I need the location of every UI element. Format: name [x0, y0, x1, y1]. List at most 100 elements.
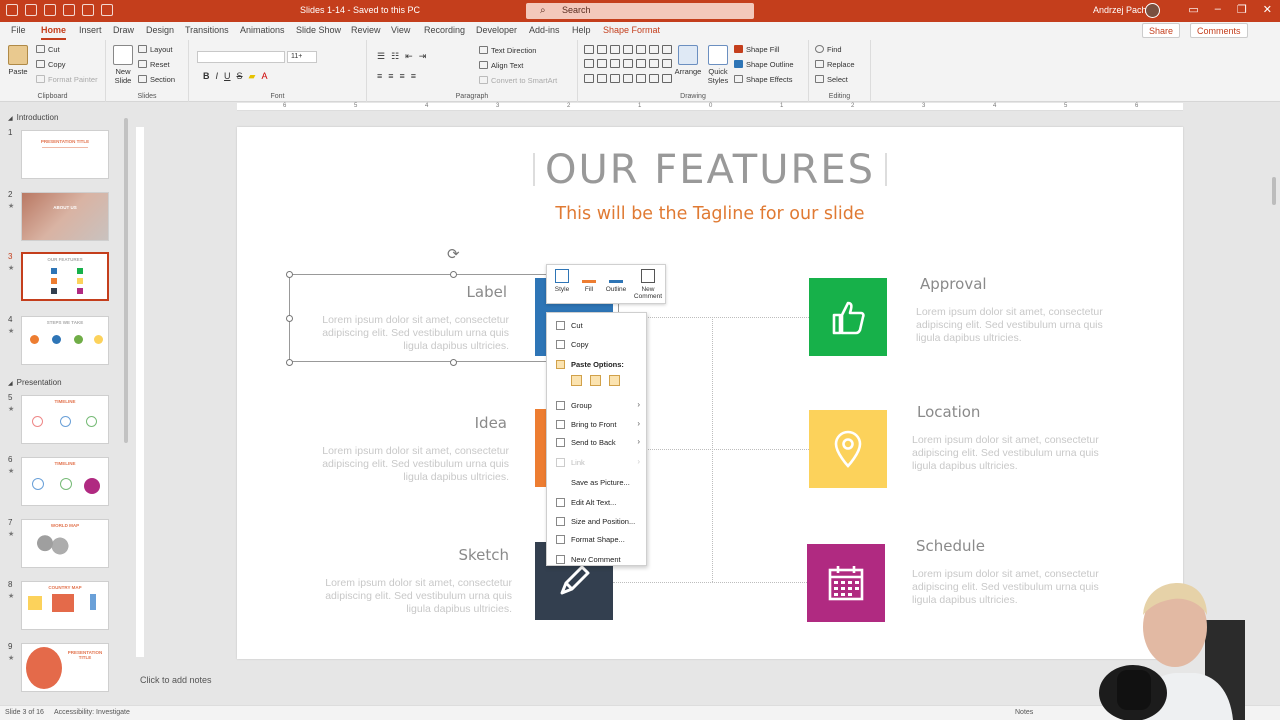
tab-insert[interactable]: Insert: [79, 25, 102, 35]
shape-effects-button[interactable]: Shape Effects: [734, 75, 793, 84]
feature-description[interactable]: Lorem ipsum dolor sit amet, consectetur …: [916, 306, 1126, 345]
tab-recording[interactable]: Recording: [424, 25, 465, 35]
menu-item-size-and-position[interactable]: Size and Position...: [547, 513, 648, 529]
present-icon[interactable]: [82, 4, 94, 16]
increase-indent-icon[interactable]: ⇥: [419, 51, 427, 62]
layout-button[interactable]: Layout: [138, 45, 173, 54]
paste-keep-source-icon[interactable]: [571, 375, 582, 386]
document-title[interactable]: Slides 1-14 - Saved to this PC: [300, 5, 420, 15]
thumbnail-scrollbar[interactable]: [122, 110, 130, 445]
tab-slide-show[interactable]: Slide Show: [296, 25, 341, 35]
format-painter-button[interactable]: Format Painter: [36, 75, 98, 84]
font-size-combo[interactable]: 11+: [287, 51, 317, 63]
tab-home[interactable]: Home: [41, 25, 67, 40]
fill-button[interactable]: Fill: [576, 269, 602, 293]
close-icon[interactable]: ✕: [1263, 3, 1272, 16]
replace-button[interactable]: Replace: [815, 60, 855, 69]
comments-button[interactable]: Comments: [1190, 23, 1248, 38]
schedule-icon-box[interactable]: [807, 544, 885, 622]
thumb-slide-6[interactable]: TIMELINE: [21, 457, 109, 506]
cut-button[interactable]: Cut: [36, 45, 60, 54]
bullets-icon[interactable]: ☰: [377, 51, 385, 62]
thumb-slide-3[interactable]: OUR FEATURES: [21, 252, 109, 301]
tab-animations[interactable]: Animations: [240, 25, 285, 35]
align-right-icon[interactable]: ≡: [400, 71, 405, 81]
menu-item-group[interactable]: Group ›: [547, 397, 648, 413]
feature-description[interactable]: Lorem ipsum dolor sit amet, consectetur …: [302, 577, 512, 616]
thumb-slide-1[interactable]: PRESENTATION TITLE: [21, 130, 109, 179]
thumb-slide-5[interactable]: TIMELINE: [21, 395, 109, 444]
quick-styles-button[interactable]: Quick Styles: [704, 45, 732, 85]
scrollbar-thumb[interactable]: [1272, 177, 1276, 205]
minimize-icon[interactable]: –: [1215, 3, 1221, 16]
user-name[interactable]: Andrzej Pach: [1093, 5, 1147, 15]
find-button[interactable]: Find: [815, 45, 842, 54]
menu-item-save-as-picture[interactable]: Save as Picture...: [547, 474, 648, 490]
feature-label[interactable]: Idea: [427, 414, 507, 432]
resize-handle[interactable]: [450, 359, 457, 366]
justify-icon[interactable]: ≡: [411, 71, 416, 81]
feature-description[interactable]: Lorem ipsum dolor sit amet, consectetur …: [299, 445, 509, 484]
shape-fill-button[interactable]: Shape Fill: [734, 45, 779, 54]
align-center-icon[interactable]: ≡: [388, 71, 393, 81]
font-color-icon[interactable]: A: [261, 71, 267, 82]
bold-button[interactable]: B: [203, 71, 210, 82]
paste-picture-icon[interactable]: [590, 375, 601, 386]
align-text-button[interactable]: Align Text: [479, 61, 523, 70]
section-button[interactable]: Section: [138, 75, 175, 84]
numbering-icon[interactable]: ☷: [391, 51, 399, 62]
copy-button[interactable]: Copy: [36, 60, 66, 69]
convert-smartart-button[interactable]: Convert to SmartArt: [479, 76, 557, 85]
feature-description[interactable]: Lorem ipsum dolor sit amet, consectetur …: [912, 434, 1122, 473]
thumb-slide-9[interactable]: PRESENTATION TITLE: [21, 643, 109, 692]
tab-draw[interactable]: Draw: [113, 25, 134, 35]
feature-label[interactable]: Location: [917, 403, 980, 421]
thumb-slide-4[interactable]: STEPS WE TAKE: [21, 316, 109, 365]
menu-item-cut[interactable]: Cut: [547, 317, 648, 333]
autosave-icon[interactable]: [6, 4, 18, 16]
new-slide-button[interactable]: New Slide: [110, 45, 136, 85]
style-button[interactable]: Style: [549, 269, 575, 293]
menu-item-send-to-back[interactable]: Send to Back ›: [547, 434, 648, 450]
tab-add-ins[interactable]: Add-ins: [529, 25, 560, 35]
outline-button[interactable]: Outline: [603, 269, 629, 293]
slide-title[interactable]: OUR FEATURES: [237, 147, 1183, 193]
slide-tagline[interactable]: This will be the Tagline for our slide: [237, 204, 1183, 224]
paste-button[interactable]: Paste: [6, 45, 30, 76]
resize-handle[interactable]: [286, 271, 293, 278]
save-icon[interactable]: [25, 4, 37, 16]
tab-design[interactable]: Design: [146, 25, 174, 35]
resize-handle[interactable]: [286, 359, 293, 366]
select-button[interactable]: Select: [815, 75, 848, 84]
maximize-icon[interactable]: ❐: [1237, 3, 1247, 16]
ribbon-display-icon[interactable]: ▭: [1188, 3, 1198, 16]
tab-review[interactable]: Review: [351, 25, 381, 35]
tab-transitions[interactable]: Transitions: [185, 25, 229, 35]
tab-file[interactable]: File: [11, 25, 26, 35]
menu-item-bring-to-front[interactable]: Bring to Front ›: [547, 416, 648, 432]
strikethrough-button[interactable]: S: [237, 71, 243, 82]
scrollbar-thumb[interactable]: [124, 118, 128, 443]
menu-item-format-shape[interactable]: Format Shape...: [547, 531, 648, 547]
menu-item-copy[interactable]: Copy: [547, 336, 648, 352]
tab-help[interactable]: Help: [572, 25, 591, 35]
feature-label[interactable]: Schedule: [916, 537, 985, 555]
font-name-combo[interactable]: [197, 51, 285, 63]
thumb-slide-2[interactable]: ABOUT US: [21, 192, 109, 241]
section-presentation[interactable]: ◢ Presentation: [8, 378, 62, 387]
avatar[interactable]: [1145, 3, 1160, 18]
tab-view[interactable]: View: [391, 25, 410, 35]
resize-handle[interactable]: [450, 271, 457, 278]
shapes-gallery[interactable]: [584, 45, 672, 85]
section-introduction[interactable]: ◢ Introduction: [8, 113, 58, 122]
feature-label[interactable]: Approval: [920, 275, 987, 293]
search-box[interactable]: ⌕ Search: [526, 3, 754, 19]
highlight-icon[interactable]: ▰: [249, 71, 256, 82]
share-button[interactable]: Share: [1142, 23, 1181, 38]
tab-developer[interactable]: Developer: [476, 25, 517, 35]
arrange-button[interactable]: Arrange: [674, 45, 702, 76]
feature-label[interactable]: Sketch: [427, 546, 509, 564]
redo-icon[interactable]: [63, 4, 75, 16]
italic-button[interactable]: I: [216, 71, 219, 82]
rotate-handle-icon[interactable]: ⟳: [447, 245, 460, 263]
